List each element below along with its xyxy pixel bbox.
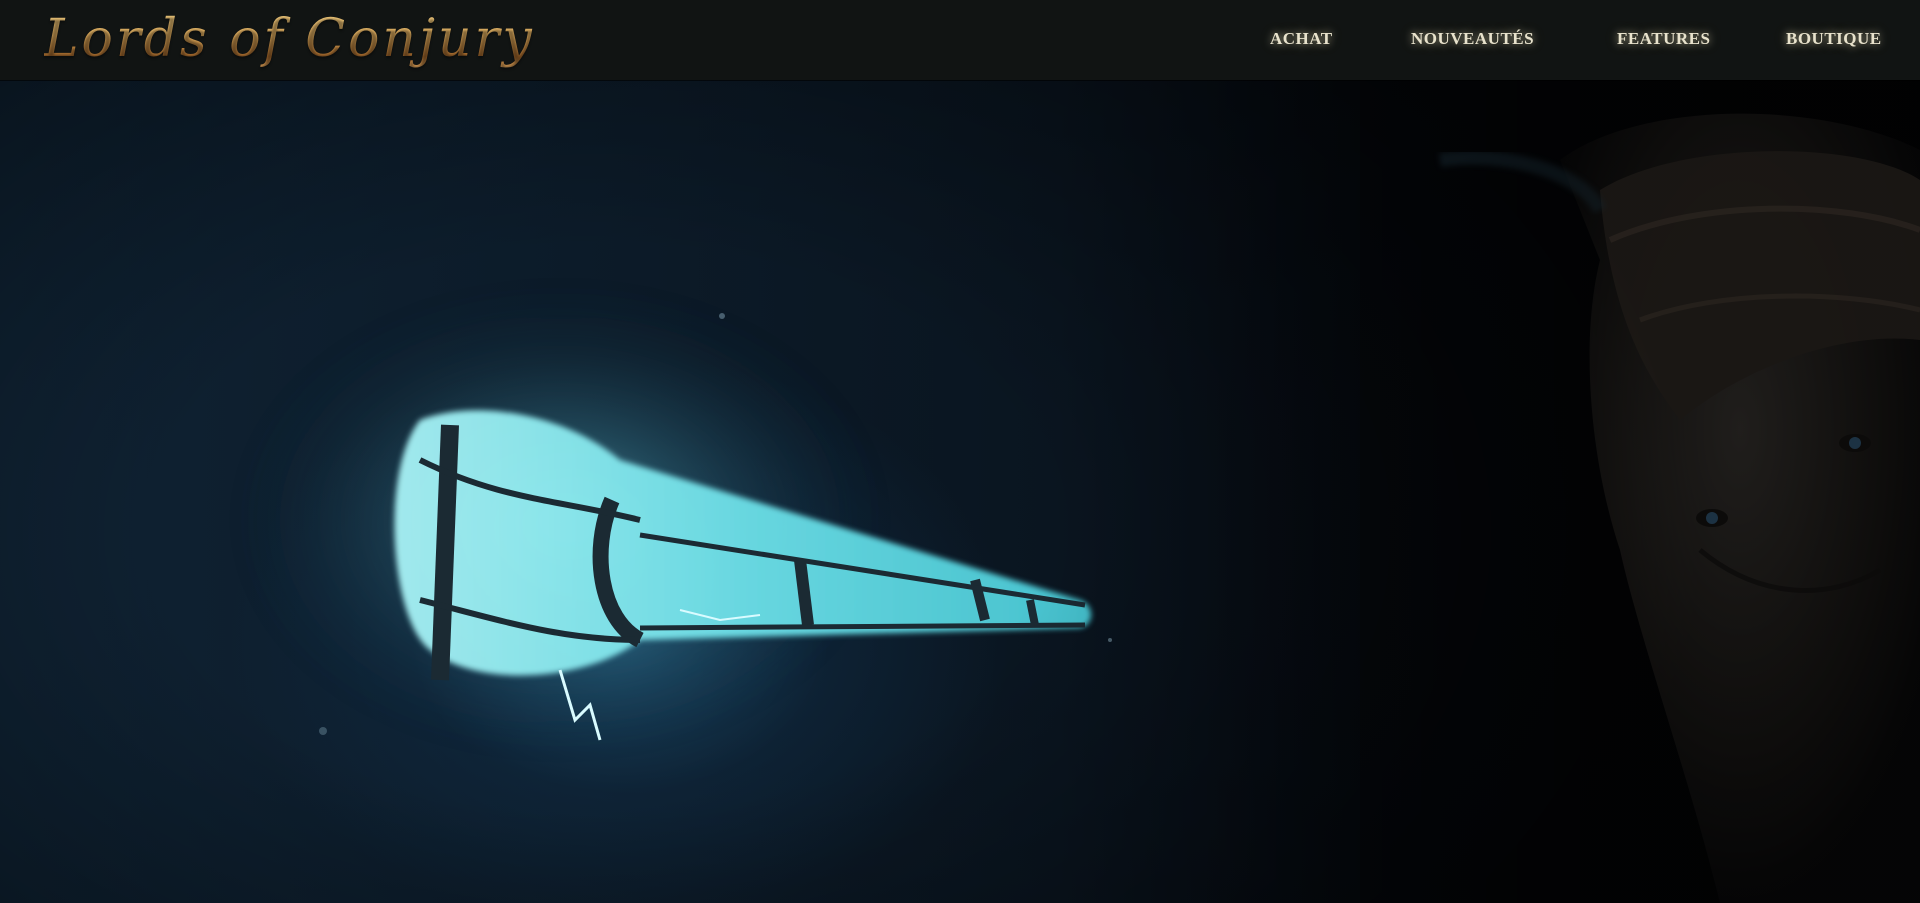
- hero-banner: [0, 80, 1920, 903]
- nav-link-nouveautes[interactable]: NOUVEAUTÉS: [1411, 29, 1534, 49]
- nav-link-achat[interactable]: ACHAT: [1270, 29, 1333, 49]
- page: Lords of Conjury ACHAT NOUVEAUTÉS FEATUR…: [0, 0, 1920, 903]
- hero-vignette: [0, 80, 1920, 903]
- nav-link-boutique[interactable]: BOUTIQUE: [1786, 29, 1882, 49]
- top-navigation-bar: Lords of Conjury ACHAT NOUVEAUTÉS FEATUR…: [0, 0, 1920, 80]
- site-logo[interactable]: Lords of Conjury: [44, 4, 535, 74]
- nav-link-features[interactable]: FEATURES: [1617, 29, 1710, 49]
